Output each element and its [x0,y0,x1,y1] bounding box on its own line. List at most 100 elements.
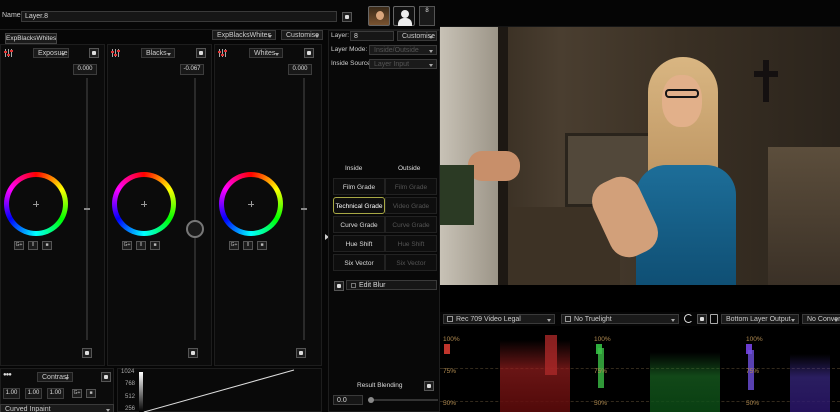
blacks-dropdown[interactable]: Blacks [141,48,175,58]
scope-red-marker [444,344,450,354]
outside-six-vector-button[interactable]: Six Vector [385,254,437,271]
blacks-mixer-icon[interactable] [111,49,121,57]
viewer-image[interactable] [440,27,840,285]
exposure-mixer-icon[interactable] [4,49,14,57]
scope-label-50-green: 50% [594,400,608,407]
whites-bottom-button[interactable] [296,348,306,358]
viewer-top-strip [440,0,840,27]
contrast-dropdown[interactable]: Contrast [37,372,73,382]
avatar-thumb-1[interactable] [368,6,390,26]
app-window: Name: Layer.8 8 ExpBlacksWhites Exposure… [0,0,840,412]
scope-label-100-blue: 100% [746,336,763,343]
viewer-lock-button[interactable] [697,314,707,324]
preset-dropdown[interactable]: ExpBlacksWhites [212,30,276,40]
truelight-label: No Truelight [574,316,612,323]
viewer-clip-icon[interactable] [710,314,718,324]
result-blending-value[interactable]: 0.0 [333,395,363,405]
blacks-slider-handle[interactable] [186,220,204,238]
avatar-thumb-2[interactable] [393,6,415,26]
inside-source-label: Inside Source: [331,60,373,67]
scope-label-75-red: 75% [443,368,457,375]
scope-label-100-green: 100% [594,336,611,343]
blacks-value[interactable]: -0.067 [180,64,204,75]
layer-number-input[interactable]: 8 [350,31,394,41]
outside-curve-grade-button[interactable]: Curve Grade [385,216,437,233]
result-blending-reset-button[interactable] [424,381,434,391]
whites-value[interactable]: 0.000 [288,64,312,75]
inside-header: Inside [345,165,363,172]
exposure-reset-button[interactable] [89,48,99,58]
curve-gradient-bar [139,372,143,412]
foreground-hand [468,151,520,181]
wheels-tab[interactable]: ExpBlacksWhites [5,33,57,44]
curve-line[interactable] [144,368,322,412]
scope-label-75-green: 75% [594,368,608,375]
whites-reset-button[interactable] [304,48,314,58]
inside-source-dropdown[interactable]: Layer Input [369,59,437,69]
whites-slider[interactable] [301,78,307,340]
outside-film-grade-button[interactable]: Film Grade [385,178,437,195]
layer-mode-label: Layer Mode: [331,46,368,53]
exposure-dropdown[interactable]: Exposure [33,48,69,58]
shelf-right [768,147,840,285]
colorspace-dropdown[interactable]: Rec 709 Video Legal [443,314,555,324]
curve-tick-512: 512 [125,394,136,400]
layer-counter-value: 8 [425,8,429,14]
exposure-value[interactable]: 0.000 [73,64,97,75]
inside-curve-grade-button[interactable]: Curve Grade [333,216,385,233]
blacks-bottom-button[interactable] [188,348,198,358]
name-clear-button[interactable] [342,12,352,22]
curve-tick-256: 256 [125,406,136,412]
contrast-value-2[interactable]: 1.00 [25,388,42,399]
exposure-slider[interactable] [84,78,90,340]
whites-dropdown[interactable]: Whites [249,48,283,58]
preset-customise-dropdown[interactable]: Customise [281,30,323,40]
blacks-reset-button[interactable] [196,48,206,58]
blacks-wheel-center[interactable] [141,201,147,207]
foreground-sleeve [440,165,474,225]
scope-blue-trace [790,354,830,412]
blacks-slider[interactable] [192,78,198,340]
colorspace-icon [447,316,453,323]
conversion-dropdown[interactable]: No Conversio [802,314,840,324]
outside-video-grade-button[interactable]: Video Grade [385,197,437,214]
cross-wall-bar [754,71,778,77]
whites-mixer-icon[interactable] [218,49,228,57]
cross-wall-icon [763,60,769,102]
contrast-reset-button[interactable] [101,372,111,382]
refresh-icon[interactable] [684,314,693,323]
whites-wheel-buttons[interactable]: G+ ll ■ [229,241,271,250]
waveform-scope[interactable] [440,330,840,412]
edit-blur-button[interactable]: Edit Blur [346,280,437,290]
curves-dropdown[interactable]: Curved Inpaint [0,404,114,412]
layer-mode-dropdown[interactable]: Inside/Outside [369,45,437,55]
result-blending-label: Result Blending [357,382,403,389]
scope-label-75-blue: 75% [746,368,760,375]
exposure-bottom-button[interactable] [82,348,92,358]
layer-label: Layer: [331,32,350,39]
inside-six-vector-button[interactable]: Six Vector [333,254,385,271]
contrast-dots-icon[interactable]: ●●● [3,372,12,378]
inside-technical-grade-button[interactable]: Technical Grade [333,197,385,214]
result-blending-slider[interactable] [368,397,438,403]
contrast-buttons[interactable]: G+ ■ [72,389,100,398]
name-input[interactable]: Layer.8 [21,11,337,22]
truelight-dropdown[interactable]: No Truelight [561,314,679,324]
layer-counter[interactable]: 8 [419,6,435,26]
contrast-value-1[interactable]: 1.00 [3,388,20,399]
inside-film-grade-button[interactable]: Film Grade [333,178,385,195]
whites-wheel-center[interactable] [248,201,254,207]
scope-red-spike [545,335,557,375]
scope-label-50-blue: 50% [746,400,760,407]
output-layer-dropdown[interactable]: Bottom Layer Output [721,314,799,324]
scope-red-trace [500,340,570,412]
edit-blur-checkbox[interactable] [351,282,356,288]
layer-customise-dropdown[interactable]: Customise [397,31,437,41]
exposure-wheel-center[interactable] [33,201,39,207]
outside-hue-shift-button[interactable]: Hue Shift [385,235,437,252]
exposure-wheel-buttons[interactable]: G+ ll ■ [14,241,56,250]
blacks-wheel-buttons[interactable]: G+ ll ■ [122,241,164,250]
contrast-value-3[interactable]: 1.00 [47,388,64,399]
inside-hue-shift-button[interactable]: Hue Shift [333,235,385,252]
edit-blur-icon[interactable] [334,281,344,291]
